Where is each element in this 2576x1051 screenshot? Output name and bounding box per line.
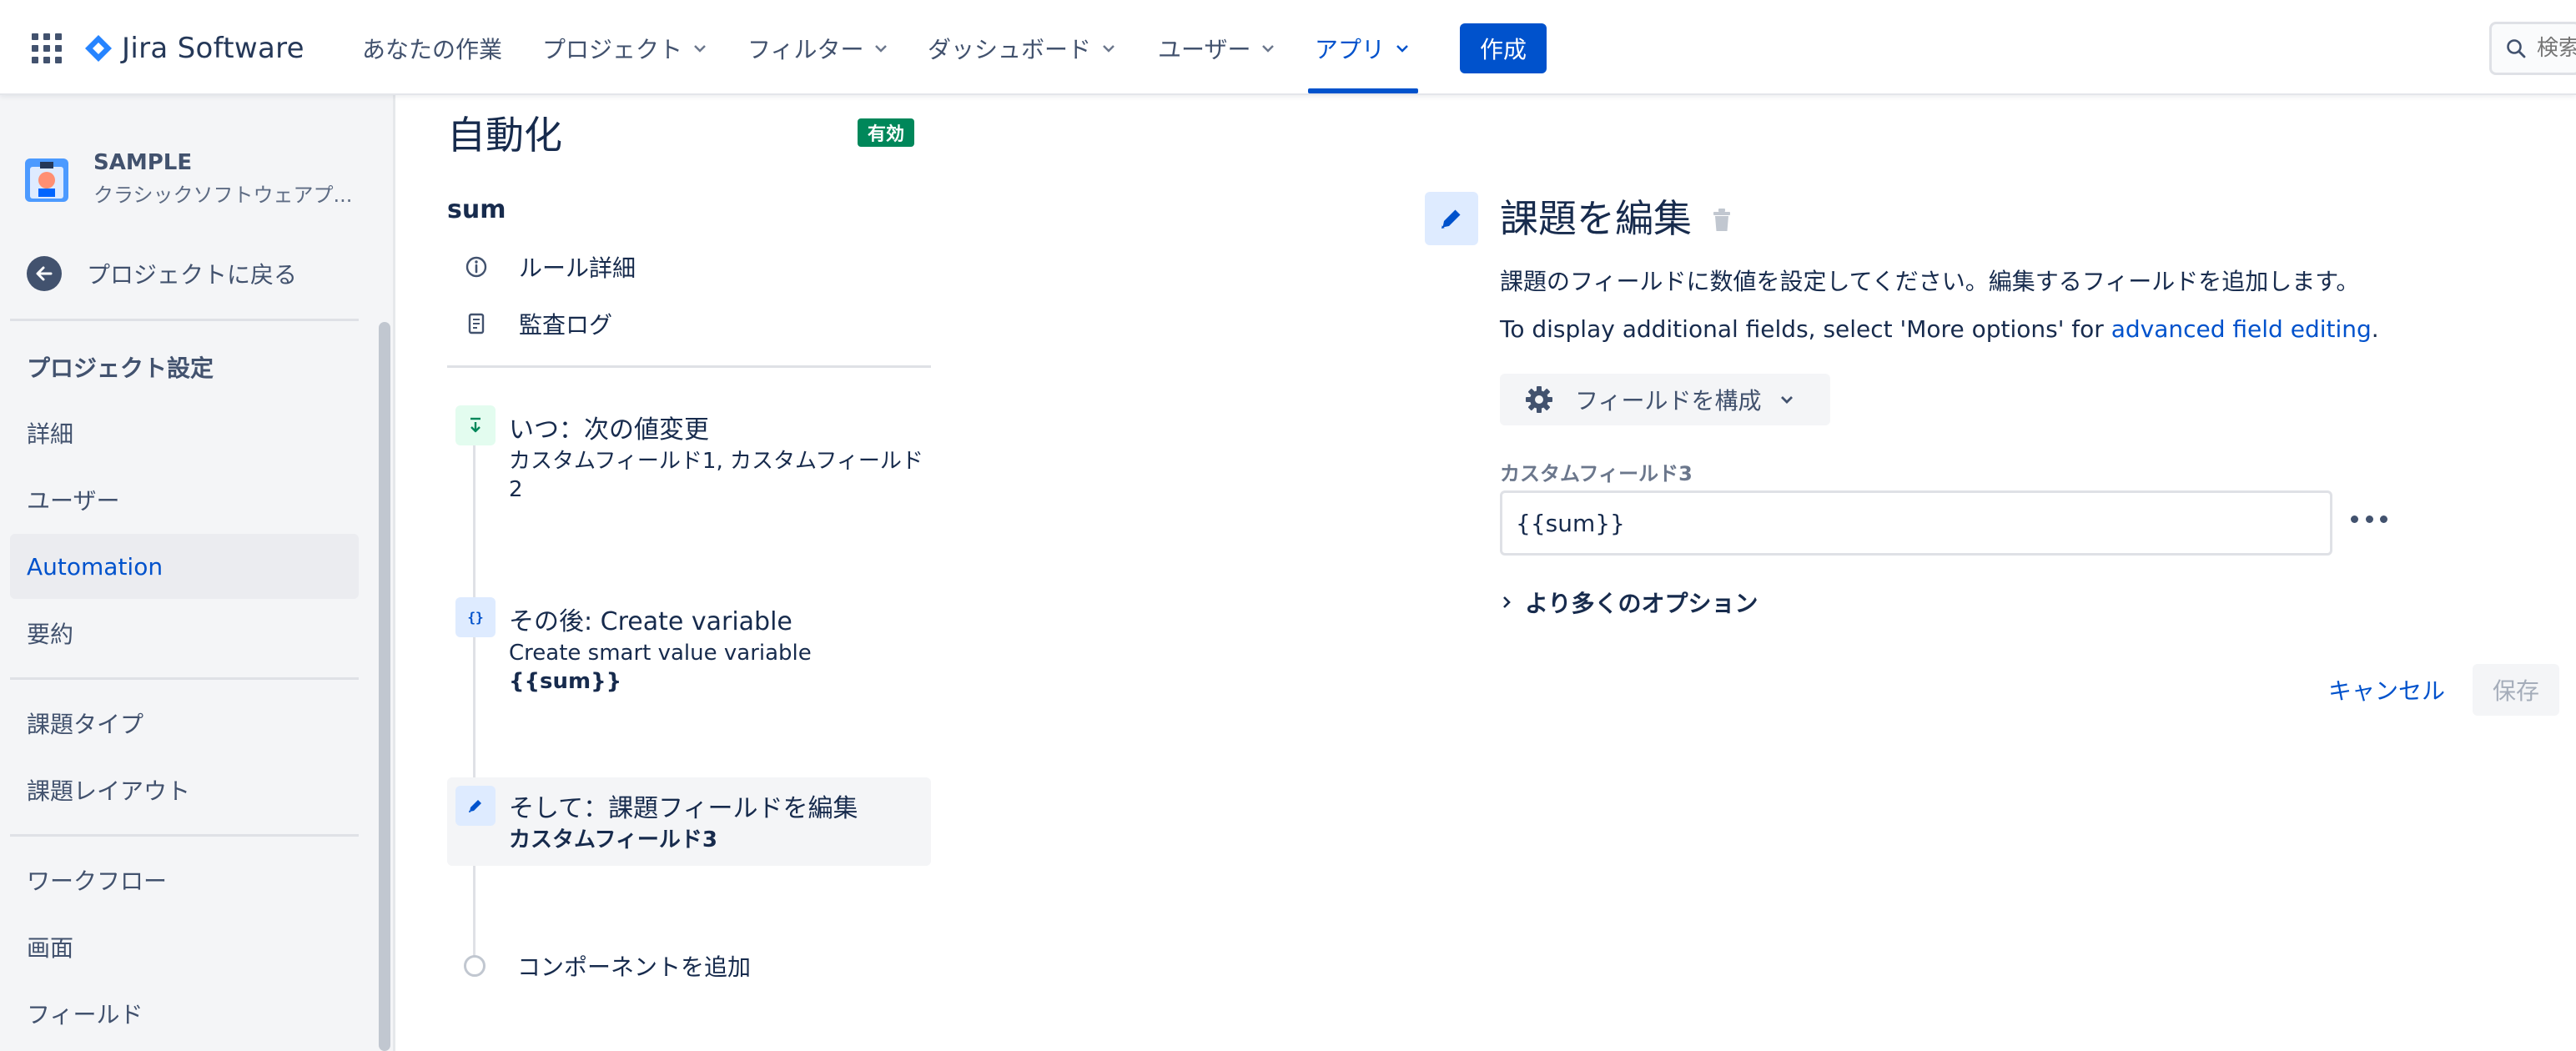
- logo-text: Jira Software: [122, 32, 304, 65]
- sidebar-item-issue-types[interactable]: 課題タイプ: [10, 691, 359, 756]
- pencil-icon: [455, 786, 496, 826]
- sidebar-item-fields[interactable]: フィールド: [10, 981, 359, 1046]
- sidebar-scrollbar[interactable]: [379, 322, 390, 1051]
- sidebar-item-screens[interactable]: 画面: [10, 914, 359, 979]
- sidebar-divider: [10, 319, 359, 321]
- sidebar-item-issue-layout[interactable]: 課題レイアウト: [10, 757, 359, 822]
- add-component-label: コンポーネントを追加: [517, 953, 752, 981]
- step-title: そして：課題フィールドを編集: [509, 794, 858, 823]
- sidebar-item-automation[interactable]: Automation: [10, 534, 359, 599]
- chevron-down-icon: [875, 45, 888, 53]
- panel-title: 課題を編集: [1500, 196, 1692, 241]
- step-title: いつ：次の値変更: [509, 415, 709, 445]
- panel-description: 課題のフィールドに数値を設定してください。編集するフィールドを追加します。: [1500, 268, 2360, 295]
- step-title: その後: Create variable: [509, 607, 792, 636]
- chevron-down-icon: [1781, 396, 1794, 404]
- create-button[interactable]: 作成: [1460, 23, 1547, 73]
- chevron-right-icon: [1503, 596, 1511, 608]
- rule-divider: [447, 365, 931, 368]
- rule-step-trigger[interactable]: いつ：次の値変更 カスタムフィールド1, カスタムフィールド2: [447, 397, 931, 531]
- status-badge: 有効: [858, 118, 914, 147]
- project-avatar-icon: [25, 158, 68, 202]
- add-component-button[interactable]: コンポーネントを追加: [464, 951, 751, 981]
- more-actions-icon[interactable]: [2351, 500, 2387, 537]
- chevron-down-icon: [1262, 45, 1275, 53]
- sidebar-divider: [10, 834, 359, 837]
- nav-label: アプリ: [1315, 36, 1386, 63]
- back-to-project-link[interactable]: プロジェクトに戻る: [27, 255, 297, 292]
- nav-apps[interactable]: アプリ: [1315, 32, 1410, 65]
- top-navigation: Jira Software あなたの作業 プロジェクト フィルター ダッシュボー…: [0, 0, 2576, 95]
- rule-name: sum: [447, 195, 506, 224]
- rule-step-create-variable[interactable]: {} その後: Create variable Create smart val…: [447, 591, 931, 707]
- step-subtitle: カスタムフィールド1, カスタムフィールド2: [509, 449, 923, 502]
- add-component-icon: [464, 955, 486, 977]
- document-icon: [468, 313, 485, 334]
- step-detail: {{sum}}: [509, 669, 622, 694]
- project-name[interactable]: SAMPLE: [93, 150, 192, 175]
- project-avatar[interactable]: [25, 158, 68, 202]
- info-icon: [465, 256, 487, 278]
- nav-your-work[interactable]: あなたの作業: [362, 32, 502, 65]
- chevron-down-icon: [1396, 45, 1408, 53]
- search-icon: [2507, 39, 2526, 58]
- rule-step-edit-issue[interactable]: そして：課題フィールドを編集 カスタムフィールド3: [447, 777, 931, 866]
- svg-text:{}: {}: [467, 609, 483, 625]
- rule-link-label: ルール詳細: [519, 254, 636, 282]
- trash-icon[interactable]: [1710, 207, 1733, 234]
- configure-fields-label: フィールドを構成: [1575, 387, 1762, 415]
- step-subtitle: カスタムフィールド3: [509, 827, 718, 852]
- trigger-icon: [455, 405, 496, 445]
- jira-logo[interactable]: Jira Software: [82, 30, 304, 67]
- search-box[interactable]: [2489, 22, 2576, 75]
- arrow-left-icon: [27, 256, 62, 291]
- more-options-label: より多くのオプション: [1525, 590, 1758, 617]
- nav-label: ユーザー: [1158, 36, 1251, 63]
- nav-dashboards[interactable]: ダッシュボード: [928, 32, 1116, 65]
- variable-icon: {}: [455, 597, 496, 637]
- sidebar-section-heading: プロジェクト設定: [27, 355, 214, 382]
- sidebar-item-details[interactable]: 詳細: [10, 400, 359, 465]
- sidebar-item-people[interactable]: ユーザー: [10, 467, 359, 532]
- edit-issue-icon: [1425, 192, 1478, 245]
- advanced-field-editing-link[interactable]: advanced field editing: [2111, 315, 2372, 343]
- rule-link-label: 監査ログ: [519, 311, 613, 339]
- page-title: 自動化: [447, 113, 562, 158]
- back-link-label: プロジェクトに戻る: [87, 261, 298, 289]
- sidebar-divider: [10, 677, 359, 680]
- audit-log-link[interactable]: 監査ログ: [464, 307, 612, 340]
- chevron-down-icon: [1103, 45, 1114, 53]
- active-nav-indicator: [1308, 88, 1418, 93]
- cancel-button[interactable]: キャンセル: [2324, 664, 2449, 716]
- project-type: クラシックソフトウェアプ...: [93, 184, 353, 207]
- nav-label: フィルター: [747, 36, 864, 63]
- nav-people[interactable]: ユーザー: [1158, 32, 1275, 65]
- hint-suffix: .: [2371, 315, 2379, 343]
- custom-field-3-input[interactable]: [1500, 490, 2332, 556]
- custom-field-3-label: カスタムフィールド3: [1500, 462, 1693, 485]
- sidebar-item-summary[interactable]: 要約: [10, 601, 359, 666]
- nav-label: プロジェクト: [542, 36, 683, 63]
- project-sidebar: SAMPLE クラシックソフトウェアプ... プロジェクトに戻る プロジェクト設…: [0, 95, 395, 1051]
- app-switcher-icon[interactable]: [32, 33, 62, 63]
- save-button[interactable]: 保存: [2473, 664, 2559, 716]
- nav-label: ダッシュボード: [928, 36, 1092, 63]
- nav-filters[interactable]: フィルター: [747, 32, 888, 65]
- nav-label: あなたの作業: [362, 36, 503, 63]
- jira-diamond-icon: [85, 35, 112, 62]
- rule-details-link[interactable]: ルール詳細: [464, 250, 636, 284]
- hint-prefix: To display additional fields, select 'Mo…: [1500, 315, 2111, 343]
- search-input[interactable]: [2537, 36, 2576, 61]
- nav-projects[interactable]: プロジェクト: [542, 32, 707, 65]
- step-subtitle: Create smart value variable: [509, 641, 812, 666]
- sidebar-item-workflows[interactable]: ワークフロー: [10, 847, 359, 913]
- more-options-toggle[interactable]: より多くのオプション: [1500, 586, 1758, 619]
- panel-hint: To display additional fields, select 'Mo…: [1500, 315, 2379, 343]
- configure-fields-button[interactable]: フィールドを構成: [1500, 374, 1830, 425]
- gear-icon: [1526, 386, 1552, 413]
- chevron-down-icon: [694, 45, 706, 53]
